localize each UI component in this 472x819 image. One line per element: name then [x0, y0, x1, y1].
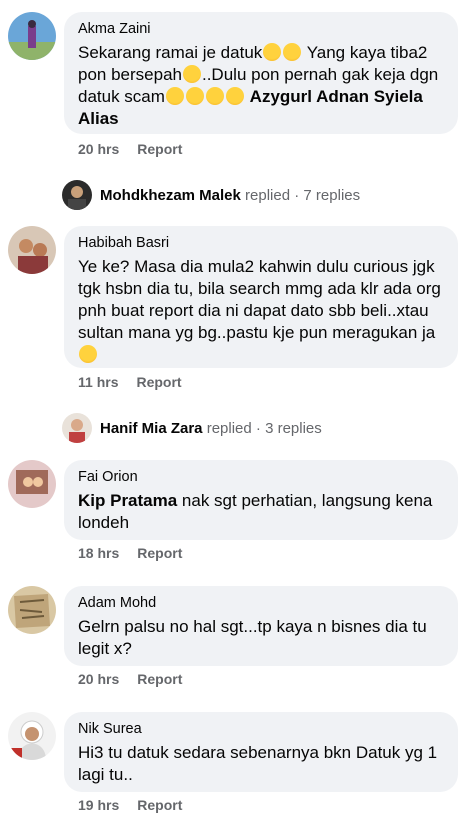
- avatar[interactable]: [8, 460, 56, 508]
- report-link[interactable]: Report: [137, 671, 182, 687]
- comment-text: Ye ke? Masa dia mula2 kahwin dulu curiou…: [78, 256, 444, 366]
- comment-bubble: Fai Orion Kip Pratama nak sgt perhatian,…: [64, 460, 458, 540]
- avatar: [62, 413, 92, 443]
- comment-bubble: Adam Mohd Gelrn palsu no hal sgt...tp ka…: [64, 586, 458, 666]
- laughing-emoji-icon: [185, 87, 204, 105]
- comment-meta: 11 hrs Report: [78, 374, 182, 390]
- comment-meta: 18 hrs Report: [78, 545, 182, 561]
- laughing-emoji-icon: [205, 87, 224, 105]
- reply-verb: replied: [206, 419, 252, 437]
- avatar[interactable]: [8, 12, 56, 60]
- comment-bubble: Nik Surea Hi3 tu datuk sedara sebenarnya…: [64, 712, 458, 792]
- comment-meta: 20 hrs Report: [78, 141, 182, 157]
- timestamp[interactable]: 11 hrs: [78, 374, 118, 390]
- comment-author[interactable]: Akma Zaini: [78, 20, 444, 38]
- comment-text: Gelrn palsu no hal sgt...tp kaya n bisne…: [78, 617, 427, 658]
- reply-count[interactable]: 7 replies: [303, 187, 360, 204]
- laughing-emoji-icon: [165, 87, 184, 105]
- reply-count[interactable]: 3 replies: [265, 420, 322, 437]
- timestamp[interactable]: 20 hrs: [78, 141, 119, 157]
- comment-meta: 19 hrs Report: [78, 797, 182, 813]
- reply-verb: replied: [245, 186, 291, 204]
- comment-author[interactable]: Habibah Basri: [78, 234, 444, 252]
- mention-tag[interactable]: Kip Pratama: [78, 491, 177, 510]
- avatar: [62, 180, 92, 210]
- replies-link[interactable]: Mohdkhezam Malek replied · 7 replies: [62, 180, 360, 210]
- comment-meta: 20 hrs Report: [78, 671, 182, 687]
- flushed-emoji-icon: [283, 43, 302, 61]
- replies-link[interactable]: Hanif Mia Zara replied · 3 replies: [62, 413, 322, 443]
- comment-bubble: Akma Zaini Sekarang ramai je datuk Yang …: [64, 12, 458, 134]
- comment-text: Kip Pratama nak sgt perhatian, langsung …: [78, 491, 433, 532]
- separator: ·: [255, 419, 261, 437]
- timestamp[interactable]: 19 hrs: [78, 797, 119, 813]
- comment-author[interactable]: Nik Surea: [78, 720, 444, 738]
- laughing-emoji-icon: [225, 87, 244, 105]
- reply-author[interactable]: Hanif Mia Zara: [100, 420, 203, 437]
- report-link[interactable]: Report: [136, 374, 181, 390]
- separator: ·: [294, 186, 300, 204]
- avatar[interactable]: [8, 712, 56, 760]
- avatar[interactable]: [8, 226, 56, 274]
- reply-author[interactable]: Mohdkhezam Malek: [100, 187, 241, 204]
- comment-author[interactable]: Adam Mohd: [78, 594, 444, 612]
- flushed-emoji-icon: [263, 43, 282, 61]
- comment-bubble: Habibah Basri Ye ke? Masa dia mula2 kahw…: [64, 226, 458, 368]
- timestamp[interactable]: 18 hrs: [78, 545, 119, 561]
- report-link[interactable]: Report: [137, 141, 182, 157]
- comment-text: Sekarang ramai je datuk Yang kaya tiba2 …: [78, 43, 439, 128]
- comment-author[interactable]: Fai Orion: [78, 468, 444, 486]
- timestamp[interactable]: 20 hrs: [78, 671, 119, 687]
- report-link[interactable]: Report: [137, 797, 182, 813]
- grinning-emoji-icon: [182, 65, 201, 83]
- report-link[interactable]: Report: [137, 545, 182, 561]
- avatar[interactable]: [8, 586, 56, 634]
- comment-text: Hi3 tu datuk sedara sebenarnya bkn Datuk…: [78, 743, 438, 784]
- monocle-emoji-icon: [79, 345, 97, 363]
